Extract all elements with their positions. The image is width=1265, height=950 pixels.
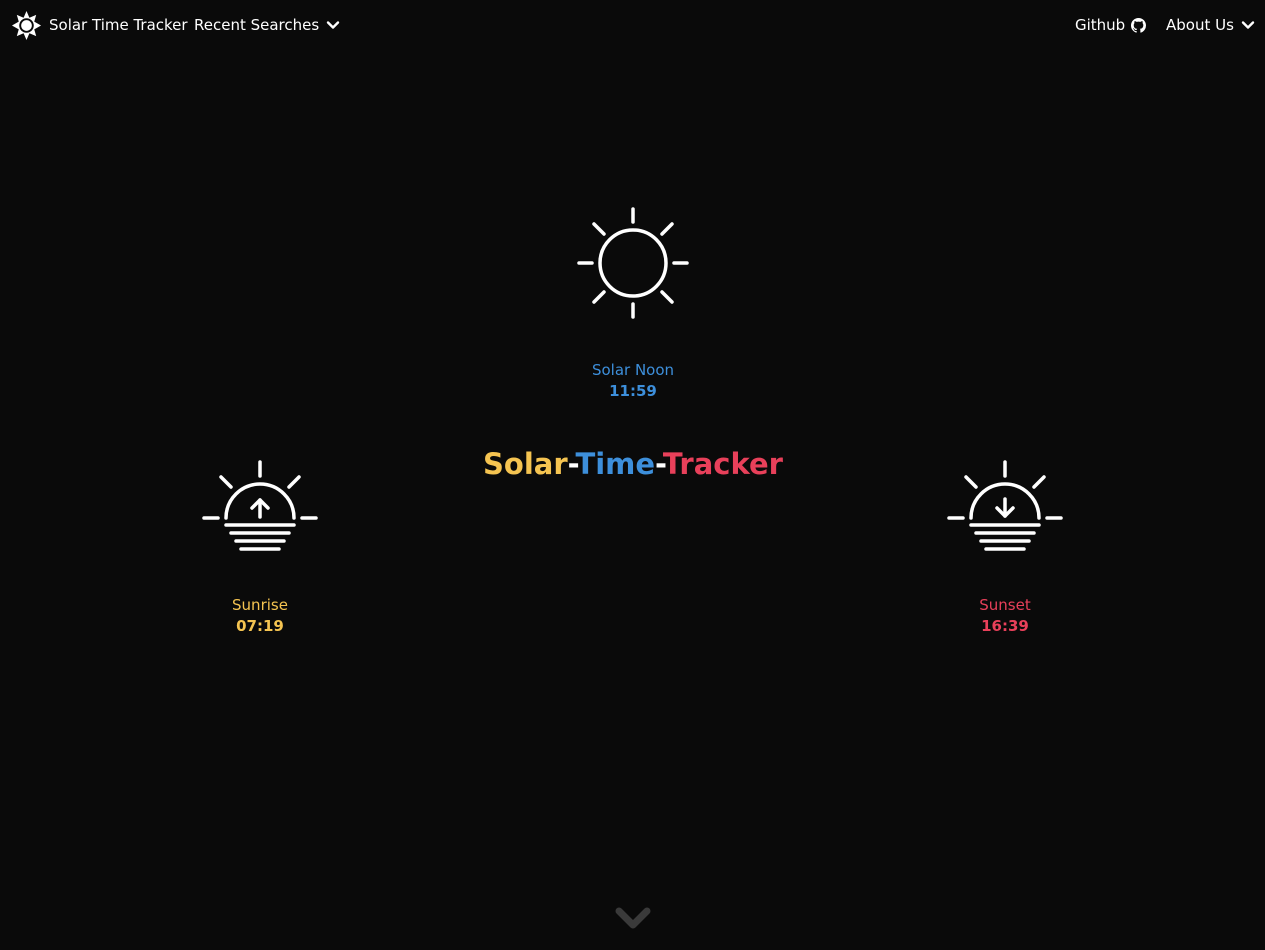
chevron-down-icon [1241,21,1255,29]
title-separator: - [655,447,663,481]
navbar: Solar Time Tracker Recent Searches Githu… [0,0,1265,50]
sunset-label: Sunset [979,596,1031,614]
sunset-icon [947,460,1063,551]
solar-noon-time: 11:59 [609,382,657,400]
site-title: Solar-Time-Tracker [383,445,883,483]
about-us-label: About Us [1166,16,1234,34]
sunset-time: 16:39 [981,617,1029,635]
about-us-dropdown[interactable]: About Us [1166,0,1255,50]
recent-searches-dropdown[interactable]: Recent Searches [194,0,340,50]
title-part-solar: Solar [483,447,568,481]
solar-noon-block: Solar Noon 11:59 [533,204,733,402]
sunset-block: Sunset 16:39 [905,457,1105,637]
sunrise-block: Sunrise 07:19 [160,457,360,637]
solar-noon-label: Solar Noon [591,361,675,379]
recent-searches-label: Recent Searches [194,16,320,34]
github-label: Github [1075,16,1126,34]
sunrise-time: 07:19 [236,617,284,635]
title-part-time: Time [575,447,656,481]
title-part-tracker: Tracker [662,447,783,481]
brand-label: Solar Time Tracker [49,16,188,34]
chevron-down-icon [326,21,340,29]
github-link[interactable]: Github [1075,0,1147,50]
sunrise-label: Sunrise [232,596,288,614]
sun-logo-icon [11,10,42,40]
sunrise-icon [202,460,318,551]
github-icon [1131,17,1147,33]
brand-link[interactable]: Solar Time Tracker [11,0,188,50]
chevron-down-icon[interactable] [614,905,652,933]
sun-icon [577,207,689,319]
